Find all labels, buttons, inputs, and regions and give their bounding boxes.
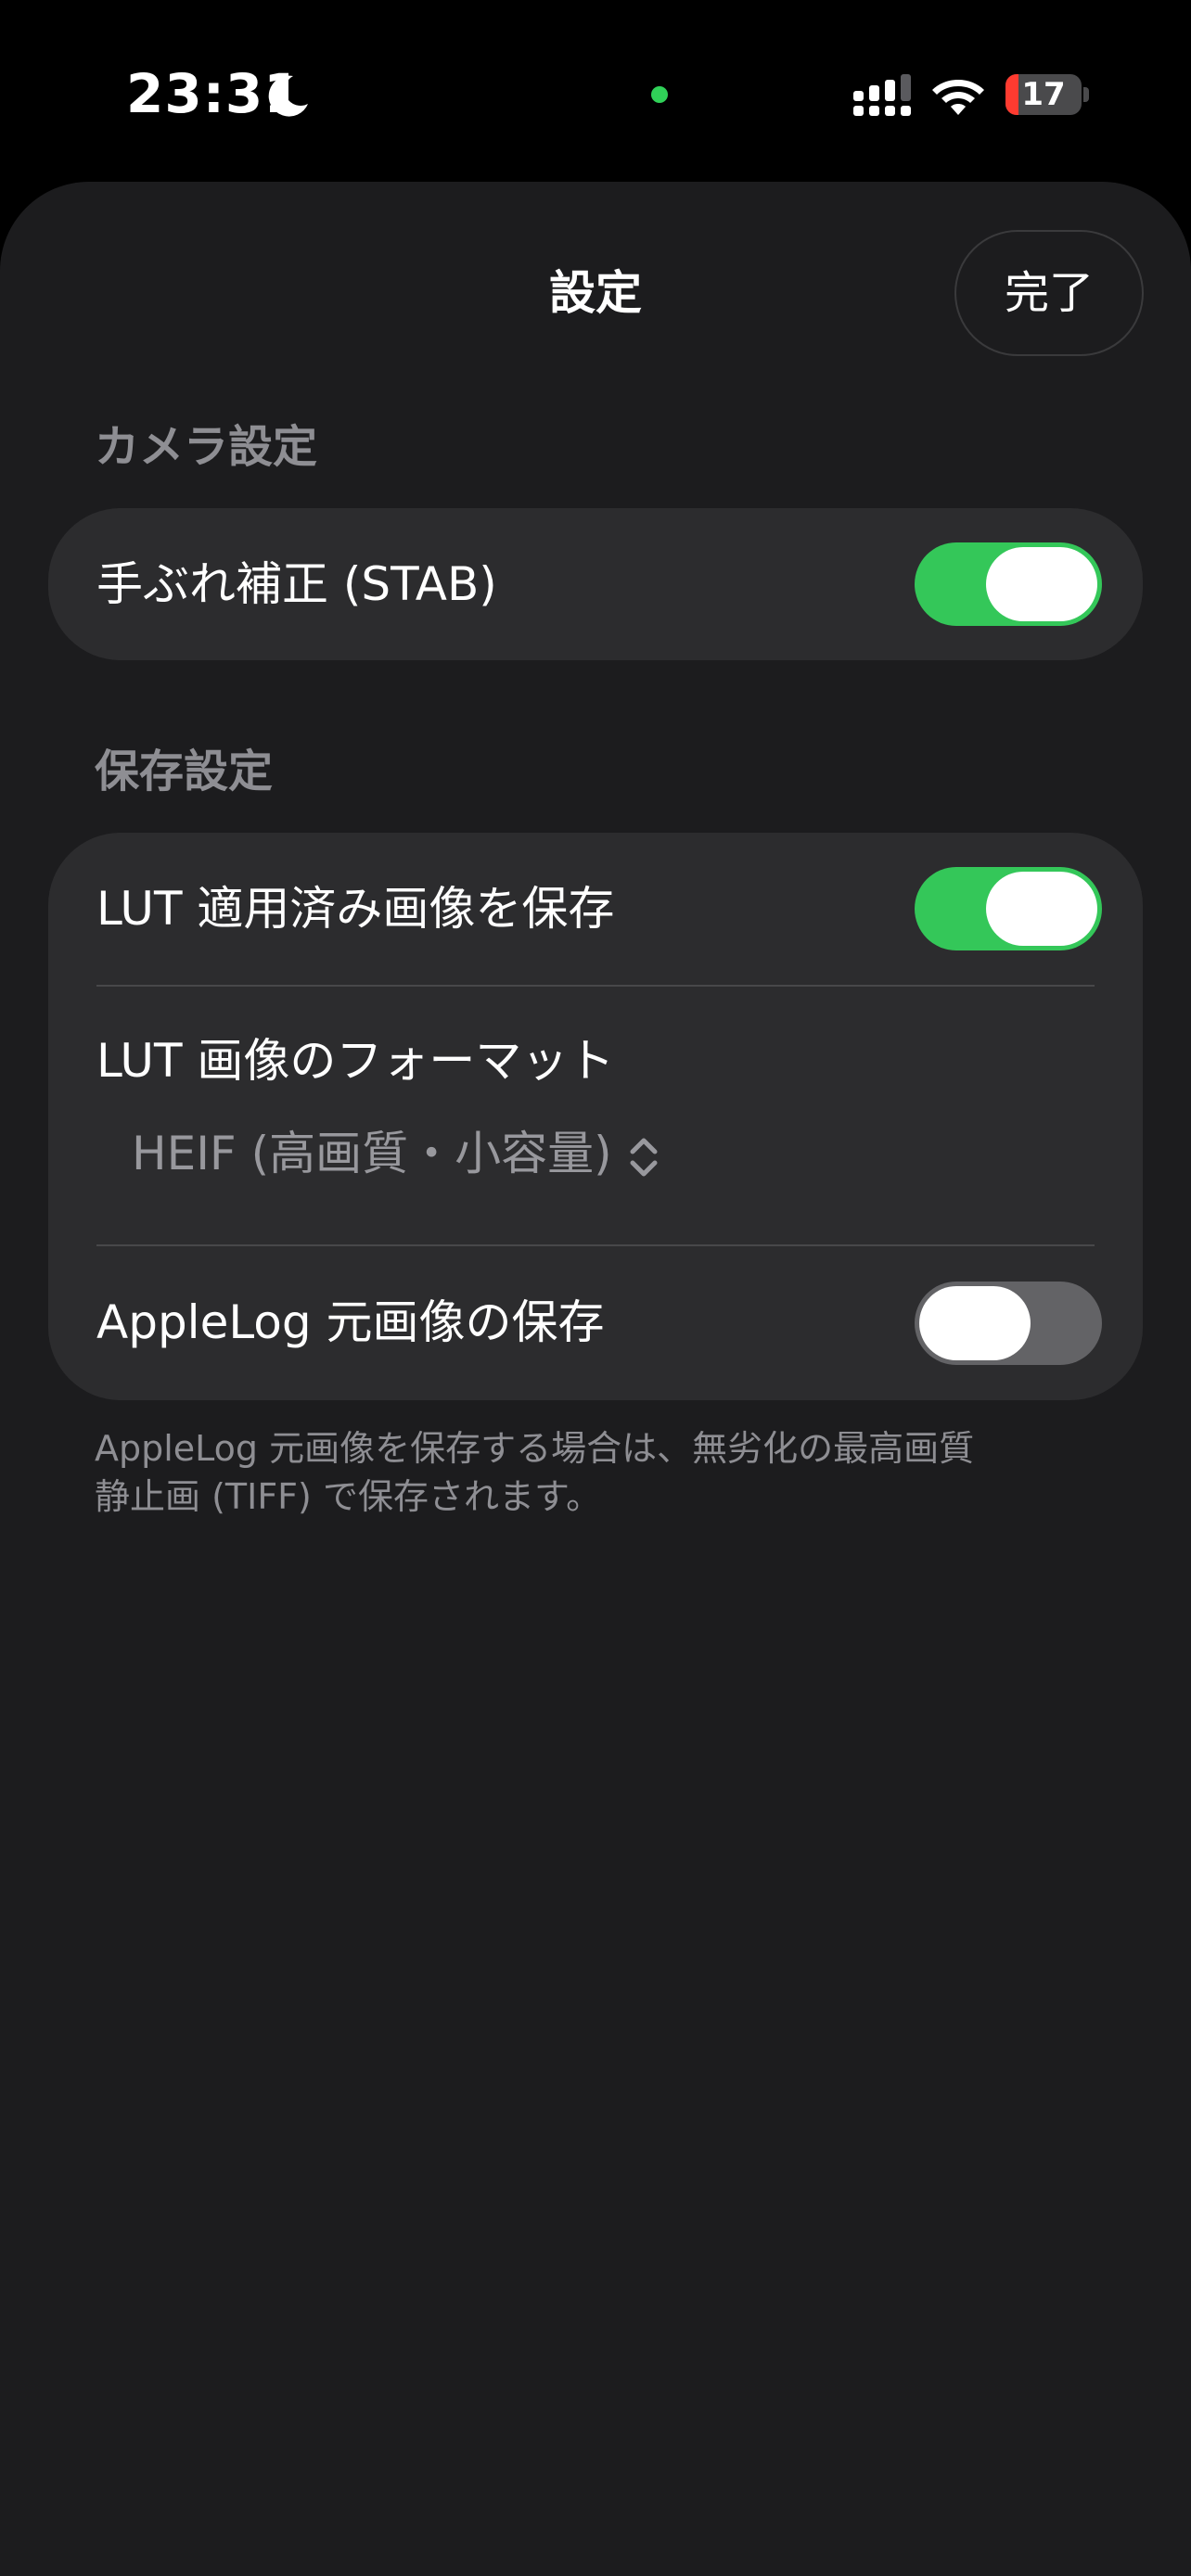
section-header-camera: カメラ設定	[95, 421, 318, 473]
battery-icon: 17	[1005, 74, 1082, 115]
save-settings-group: LUT 適用済み画像を保存 LUT 画像のフォーマット HEIF (高画質・小容…	[48, 833, 1143, 1400]
camera-settings-group: 手ぶれ補正 (STAB)	[48, 508, 1143, 660]
section-header-save: 保存設定	[95, 746, 274, 797]
status-bar: 23:31 17	[0, 0, 1191, 185]
toggle-knob	[986, 872, 1097, 946]
cellular-signal-icon	[853, 74, 911, 116]
save-lut-label: LUT 適用済み画像を保存	[96, 882, 615, 936]
battery-level-text: 17	[1021, 76, 1066, 113]
toggle-knob	[986, 547, 1097, 621]
row-divider	[96, 1244, 1095, 1246]
battery-cap	[1083, 87, 1089, 102]
camera-in-use-indicator	[651, 86, 668, 103]
row-divider	[96, 985, 1095, 987]
save-lut-toggle[interactable]	[915, 867, 1102, 950]
moon-icon	[268, 75, 308, 117]
lut-format-value: HEIF (高画質・小容量)	[132, 1127, 612, 1180]
applelog-toggle[interactable]	[915, 1282, 1102, 1365]
stabilization-toggle[interactable]	[915, 542, 1102, 626]
stabilization-label: 手ぶれ補正 (STAB)	[96, 557, 497, 611]
applelog-footer-note: AppleLog 元画像を保存する場合は、無劣化の最高画質 静止画 (TIFF)…	[95, 1428, 975, 1517]
lut-format-label: LUT 画像のフォーマット	[96, 1034, 615, 1088]
lut-format-picker[interactable]: HEIF (高画質・小容量)	[132, 1124, 662, 1183]
chevron-up-down-icon	[630, 1138, 658, 1176]
settings-sheet: 設定 完了 カメラ設定 手ぶれ補正 (STAB) 保存設定 LUT 適用済み画像…	[0, 182, 1191, 2576]
applelog-label: AppleLog 元画像の保存	[96, 1295, 605, 1349]
toggle-knob	[919, 1286, 1031, 1360]
wifi-icon	[932, 80, 984, 115]
done-button[interactable]: 完了	[954, 230, 1144, 356]
